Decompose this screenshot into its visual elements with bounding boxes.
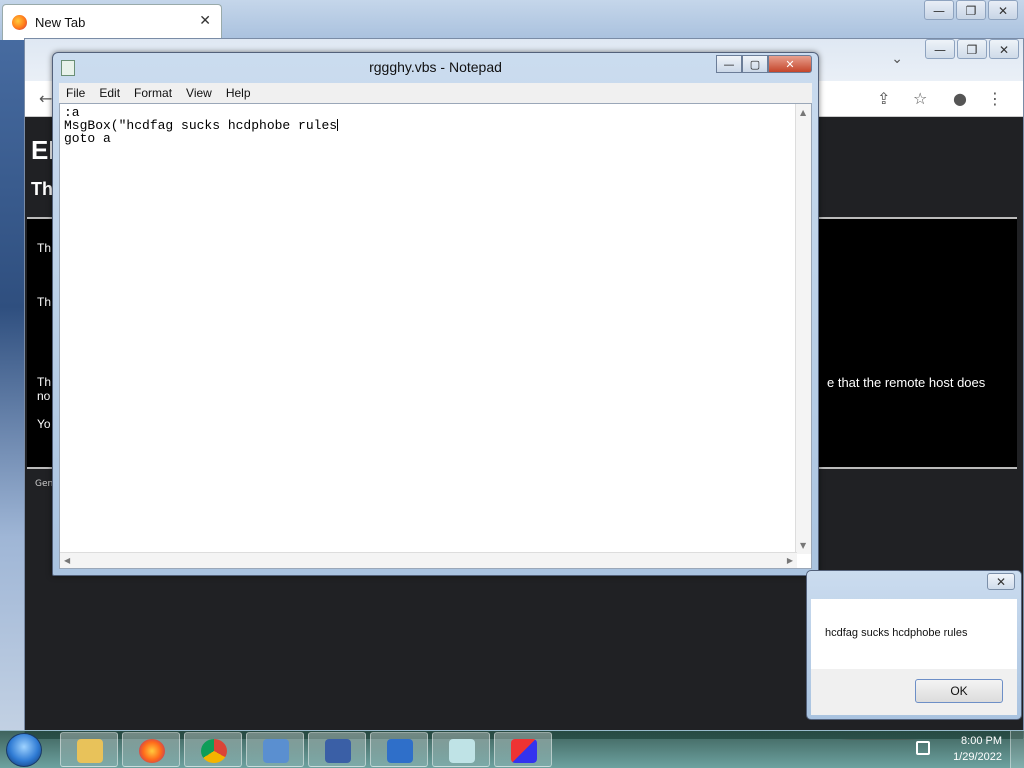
scroll-left-arrow-icon[interactable]: ◀: [64, 556, 70, 565]
chrome-icon: [201, 739, 227, 763]
control-panel-icon: [263, 739, 289, 763]
tab-search-chevron-icon[interactable]: ⌄: [891, 51, 903, 67]
minimize-button[interactable]: —: [924, 0, 954, 20]
notepad-minimize-button[interactable]: —: [716, 55, 742, 73]
firefox-tab[interactable]: New Tab ✕: [2, 4, 222, 40]
notepad-maximize-button[interactable]: ▢: [742, 55, 768, 73]
close-button[interactable]: ✕: [988, 0, 1018, 20]
notepad-close-button[interactable]: ✕: [768, 55, 812, 73]
taskbar-package[interactable]: [494, 732, 552, 767]
dialog-close-button[interactable]: ✕: [987, 573, 1015, 590]
taskbar-firefox[interactable]: [122, 732, 180, 767]
notepad-icon: [449, 739, 475, 763]
bookmark-star-icon[interactable]: ☆: [913, 89, 927, 108]
scroll-down-arrow-icon[interactable]: ▼: [800, 541, 806, 550]
back-arrow-icon[interactable]: ←: [39, 89, 52, 108]
text-line-with-caret: MsgBox("hcdfag sucks hcdphobe rules: [64, 119, 794, 132]
error-line: Th: [37, 375, 52, 389]
error-line: Th: [37, 241, 52, 255]
message-box-dialog: ✕ hcdfag sucks hcdphobe rules OK: [806, 570, 1022, 720]
vertical-scrollbar[interactable]: ▲ ▼: [795, 104, 811, 554]
profile-icon[interactable]: ●: [953, 89, 967, 108]
vbs-editor-icon: [325, 739, 351, 763]
dialog-message: hcdfag sucks hcdphobe rules: [825, 627, 968, 639]
start-button-icon[interactable]: [6, 733, 42, 767]
chrome-close-button[interactable]: ✕: [989, 39, 1019, 59]
scroll-right-arrow-icon[interactable]: ▶: [787, 556, 793, 565]
page-subheading: Th: [31, 179, 53, 199]
dialog-footer: OK: [811, 669, 1017, 715]
error-line: Th: [37, 295, 52, 309]
firefox-caption-buttons: — ❐ ✕: [924, 0, 1018, 20]
ok-button[interactable]: OK: [915, 679, 1003, 703]
restore-button[interactable]: ❐: [956, 0, 986, 20]
notepad-menubar: File Edit Format View Help: [59, 83, 812, 103]
taskbar-explorer[interactable]: [60, 732, 118, 767]
taskbar-vbs-editor[interactable]: [308, 732, 366, 767]
dialog-body: hcdfag sucks hcdphobe rules: [811, 599, 1017, 669]
menu-file[interactable]: File: [59, 83, 92, 103]
tab-title: New Tab: [35, 15, 86, 30]
chrome-menu-icon[interactable]: ⋮: [987, 89, 1003, 108]
text-line: goto a: [64, 131, 111, 146]
notepad-text[interactable]: :a MsgBox("hcdfag sucks hcdphobe rules got…: [64, 106, 794, 546]
tray-date[interactable]: 1/29/2022: [953, 751, 1002, 763]
share-icon[interactable]: ⇪: [877, 89, 890, 108]
notepad-title: rggghy.vbs - Notepad: [369, 59, 502, 75]
taskbar-chrome[interactable]: [184, 732, 242, 767]
firefox-window: New Tab ✕ — ❐ ✕: [0, 0, 1024, 40]
firefox-logo-icon: [12, 15, 27, 30]
remote-desktop-icon: [387, 739, 413, 763]
network-icon[interactable]: [916, 741, 930, 755]
taskbar: 8:00 PM 1/29/2022: [0, 730, 1024, 768]
menu-edit[interactable]: Edit: [92, 83, 127, 103]
scroll-up-arrow-icon[interactable]: ▲: [800, 108, 806, 117]
tab-close-icon[interactable]: ✕: [199, 13, 211, 29]
chrome-caption-buttons: — ❐ ✕: [925, 39, 1019, 59]
remote-host-text: e that the remote host does: [827, 375, 986, 390]
menu-view[interactable]: View: [179, 83, 219, 103]
notepad-caption-buttons: — ▢ ✕: [716, 55, 812, 73]
taskbar-remote-desktop[interactable]: [370, 732, 428, 767]
taskbar-control-panel[interactable]: [246, 732, 304, 767]
tray-time[interactable]: 8:00 PM: [961, 735, 1002, 747]
error-line: Yo: [37, 417, 51, 431]
taskbar-notepad[interactable]: [432, 732, 490, 767]
chrome-minimize-button[interactable]: —: [925, 39, 955, 59]
notepad-window: rggghy.vbs - Notepad — ▢ ✕ File Edit For…: [52, 52, 819, 576]
menu-help[interactable]: Help: [219, 83, 258, 103]
horizontal-scrollbar[interactable]: ◀ ▶: [60, 552, 797, 568]
package-icon: [511, 739, 537, 763]
notepad-text-area[interactable]: :a MsgBox("hcdfag sucks hcdphobe rules got…: [59, 103, 812, 569]
page-footer: Gen: [35, 479, 54, 489]
text-caret: [337, 119, 339, 131]
firefox-icon: [139, 739, 165, 763]
chrome-restore-button[interactable]: ❐: [957, 39, 987, 59]
error-line: no: [37, 389, 51, 403]
explorer-icon: [77, 739, 103, 763]
menu-format[interactable]: Format: [127, 83, 179, 103]
show-desktop-button[interactable]: [1010, 731, 1024, 768]
